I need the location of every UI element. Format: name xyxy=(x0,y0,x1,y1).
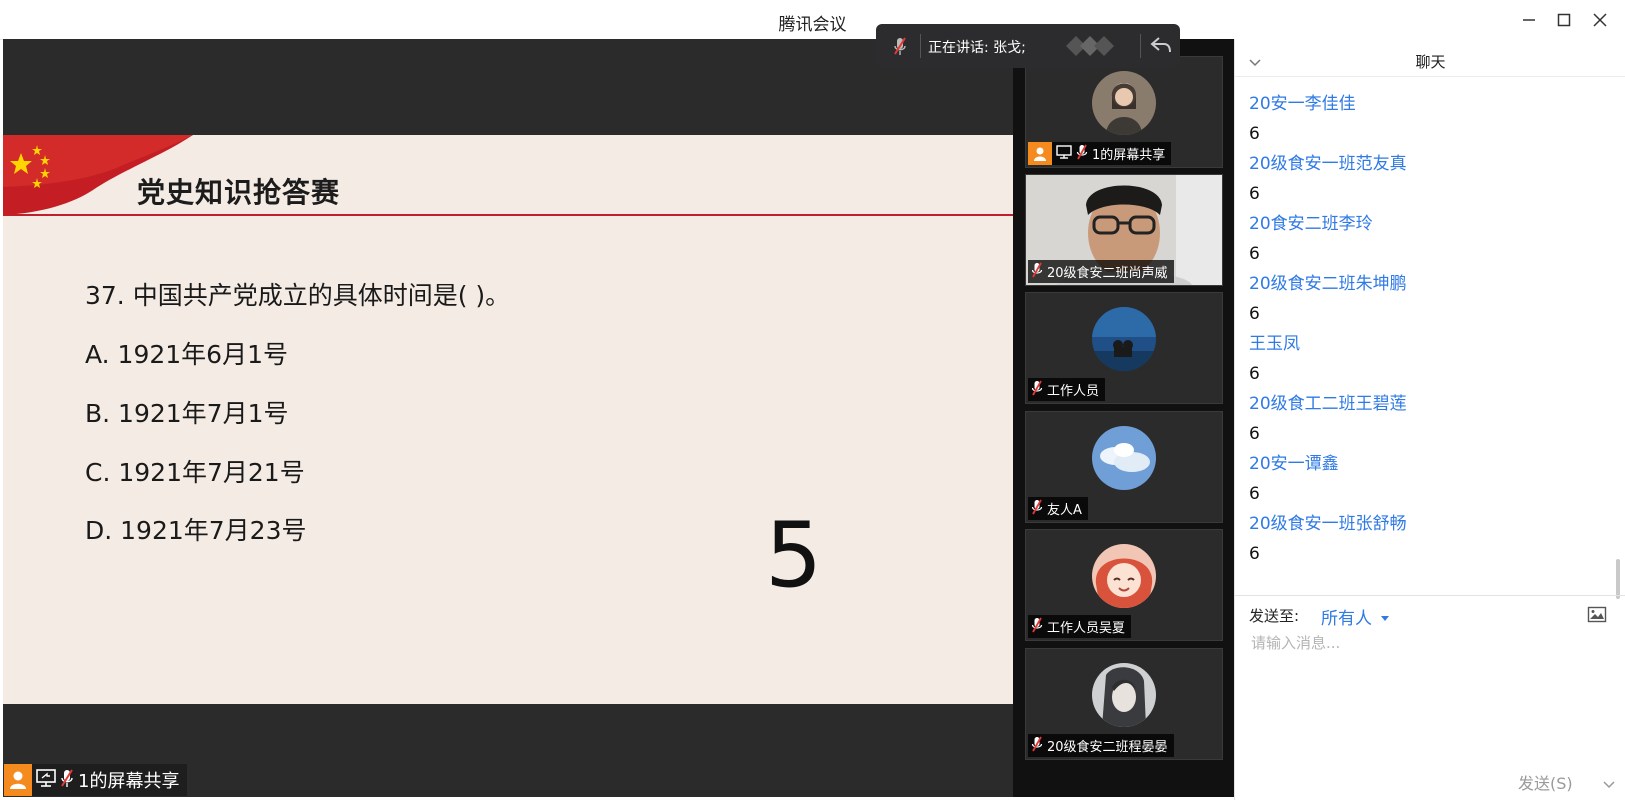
audio-wave-icon xyxy=(1066,34,1122,62)
title-bar: 腾讯会议 xyxy=(0,0,1625,40)
maximize-icon[interactable] xyxy=(1552,8,1576,32)
participant-name: 工作人员吴夏 xyxy=(1047,621,1126,636)
chat-message: 20级食安一班范友真 6 xyxy=(1249,149,1609,209)
mic-muted-icon[interactable] xyxy=(892,36,908,60)
chevron-down-icon[interactable] xyxy=(1603,775,1615,794)
slide-header: 党史知识抢答赛 xyxy=(3,135,1013,217)
question-text: 37. 中国共产党成立的具体时间是( )。 xyxy=(85,281,511,310)
chat-title: 聊天 xyxy=(1415,53,1446,71)
message-text: 6 xyxy=(1249,544,1260,564)
slide: 党史知识抢答赛 37. 中国共产党成立的具体时间是( )。 A. 1921年6月… xyxy=(3,135,1013,704)
participant-label: 1的屏幕共享 xyxy=(1028,142,1172,165)
message-text: 6 xyxy=(1249,304,1260,324)
mic-muted-icon xyxy=(1031,736,1043,756)
chat-message-list: 20安一李佳佳 6 20级食安一班范友真 6 20食安二班李玲 6 20级食安二班朱坤… xyxy=(1249,89,1609,569)
message-text: 6 xyxy=(1249,364,1260,384)
message-sender[interactable]: 20食安二班李玲 xyxy=(1249,209,1609,239)
chat-panel: 聊天 20安一李佳佳 6 20级食安一班范友真 6 20食安二班李玲 6 20级食安二… xyxy=(1234,39,1625,800)
mic-muted-icon xyxy=(1031,380,1043,400)
participant-label: 20级食安二班尚声威 xyxy=(1028,260,1174,283)
send-to-label: 发送至: xyxy=(1249,607,1300,625)
screen-share-icon xyxy=(36,769,56,791)
divider xyxy=(1235,595,1625,596)
title-divider xyxy=(3,214,1013,216)
participant-tile[interactable]: 友人A xyxy=(1025,411,1223,523)
mic-muted-icon xyxy=(60,768,74,792)
participant-label: 工作人员 xyxy=(1028,378,1106,401)
chat-message: 20级食工二班王碧莲 6 xyxy=(1249,389,1609,449)
option-c: C. 1921年7月21号 xyxy=(85,458,305,487)
slide-title: 党史知识抢答赛 xyxy=(137,176,341,209)
participant-tile[interactable]: 工作人员吴夏 xyxy=(1025,529,1223,641)
message-sender[interactable]: 20安一谭鑫 xyxy=(1249,449,1609,479)
message-sender[interactable]: 20安一李佳佳 xyxy=(1249,89,1609,119)
shared-screen: 党史知识抢答赛 37. 中国共产党成立的具体时间是( )。 A. 1921年6月… xyxy=(3,39,1013,797)
message-sender[interactable]: 20级食工二班王碧莲 xyxy=(1249,389,1609,419)
participant-label: 工作人员吴夏 xyxy=(1028,615,1132,638)
send-button[interactable]: 发送(S) xyxy=(1518,770,1573,794)
chat-message: 王玉凤 6 xyxy=(1249,329,1609,389)
chat-input[interactable] xyxy=(1249,633,1613,653)
participant-label: 友人A xyxy=(1028,497,1088,520)
image-icon[interactable] xyxy=(1587,606,1607,628)
participant-name: 20级食安二班程晏晏 xyxy=(1047,740,1168,755)
participant-tile[interactable]: 1的屏幕共享 xyxy=(1025,56,1223,168)
option-d: D. 1921年7月23号 xyxy=(85,516,307,545)
send-to-value: 所有人 xyxy=(1321,609,1372,629)
message-text: 6 xyxy=(1249,424,1260,444)
chat-message: 20安一谭鑫 6 xyxy=(1249,449,1609,509)
participant-name: 友人A xyxy=(1047,503,1082,518)
screen-share-icon xyxy=(1056,144,1072,163)
divider xyxy=(1140,34,1141,58)
chat-message: 20级食安二班朱坤鹏 6 xyxy=(1249,269,1609,329)
share-badge-label: 1的屏幕共享 xyxy=(78,771,180,792)
speaking-indicator: 正在讲话: 张戈; xyxy=(876,24,1180,68)
avatar xyxy=(1092,71,1156,135)
chat-message: 20食安二班李玲 6 xyxy=(1249,209,1609,269)
participant-name: 1的屏幕共享 xyxy=(1092,148,1166,163)
divider xyxy=(920,34,921,58)
message-sender[interactable]: 20级食安二班朱坤鹏 xyxy=(1249,269,1609,299)
participant-gallery: 1的屏幕共享 20级食安二班尚声威 工作人员 友人A 工作人员吴夏 20级食安二… xyxy=(1013,39,1234,797)
message-text: 6 xyxy=(1249,484,1260,504)
caret-down-icon xyxy=(1381,616,1390,621)
speaking-label: 正在讲话: 张戈; xyxy=(928,40,1026,56)
countdown-number: 5 xyxy=(765,503,823,608)
message-text: 6 xyxy=(1249,184,1260,204)
participant-tile[interactable]: 20级食安二班尚声威 xyxy=(1025,174,1223,286)
message-sender[interactable]: 20级食安一班张舒畅 xyxy=(1249,509,1609,539)
screen-share-badge[interactable]: 1的屏幕共享 xyxy=(4,764,188,796)
option-b: B. 1921年7月1号 xyxy=(85,399,289,428)
participant-tile[interactable]: 20级食安二班程晏晏 xyxy=(1025,648,1223,760)
participant-tile[interactable]: 工作人员 xyxy=(1025,292,1223,404)
app-title: 腾讯会议 xyxy=(778,15,847,35)
avatar xyxy=(1092,426,1156,490)
participant-name: 20级食安二班尚声威 xyxy=(1047,266,1168,281)
user-icon xyxy=(4,764,32,796)
collapse-icon[interactable] xyxy=(1150,36,1172,58)
mic-muted-icon xyxy=(1031,499,1043,519)
chat-message: 20级食安一班张舒畅 6 xyxy=(1249,509,1609,569)
user-icon xyxy=(1028,142,1052,165)
mic-muted-icon xyxy=(1031,262,1043,282)
send-to-select[interactable]: 所有人 xyxy=(1321,604,1390,629)
participant-name: 工作人员 xyxy=(1047,384,1100,399)
close-icon[interactable] xyxy=(1588,8,1612,32)
divider xyxy=(1235,76,1625,77)
message-sender[interactable]: 20级食安一班范友真 xyxy=(1249,149,1609,179)
minimize-icon[interactable] xyxy=(1517,8,1541,32)
option-a: A. 1921年6月1号 xyxy=(85,340,288,369)
chat-scrollbar[interactable] xyxy=(1616,559,1620,599)
avatar xyxy=(1092,307,1156,371)
mic-muted-icon xyxy=(1076,144,1088,164)
avatar xyxy=(1092,544,1156,608)
message-sender[interactable]: 王玉凤 xyxy=(1249,329,1609,359)
chat-message: 20安一李佳佳 6 xyxy=(1249,89,1609,149)
message-text: 6 xyxy=(1249,244,1260,264)
mic-muted-icon xyxy=(1031,617,1043,637)
message-text: 6 xyxy=(1249,124,1260,144)
participant-label: 20级食安二班程晏晏 xyxy=(1028,734,1174,757)
avatar xyxy=(1092,663,1156,727)
